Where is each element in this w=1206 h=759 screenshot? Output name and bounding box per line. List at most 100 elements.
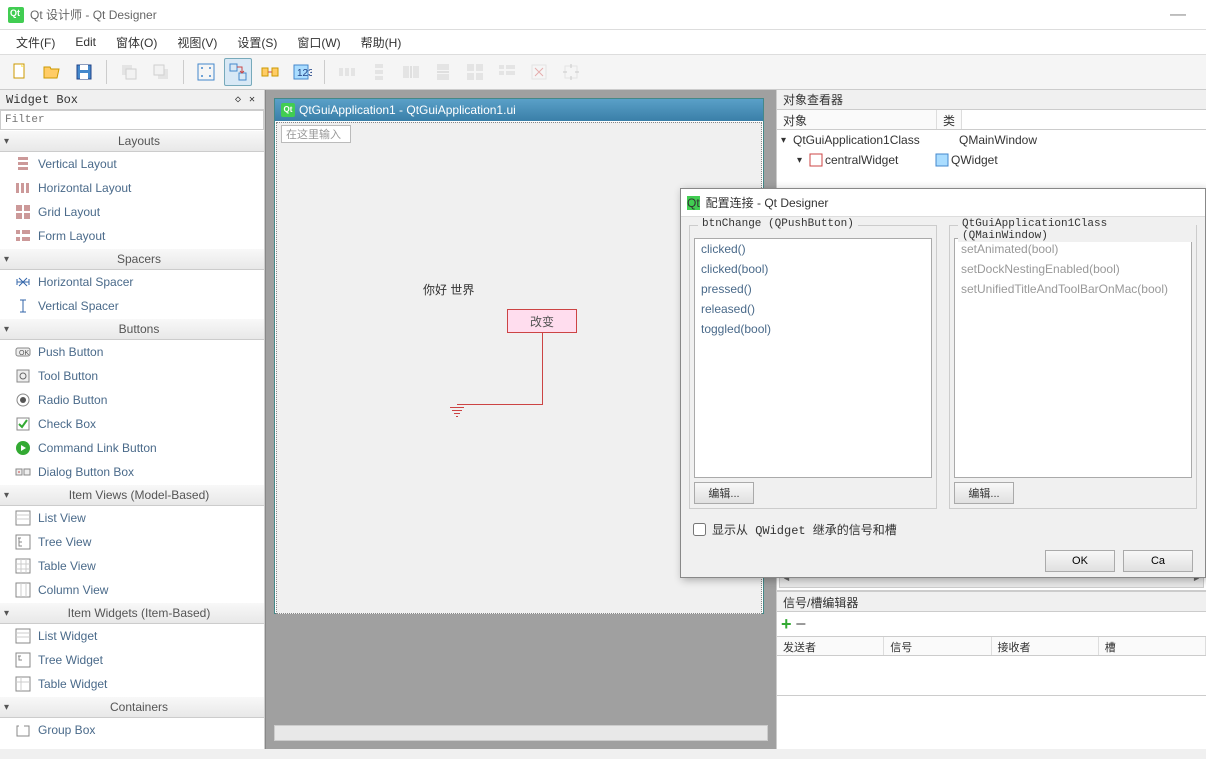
item-group-box[interactable]: Group Box	[0, 718, 264, 742]
edit-button[interactable]: 编辑...	[954, 482, 1014, 504]
widget-icon	[935, 153, 949, 167]
cat-itemviews[interactable]: ▾Item Views (Model-Based)	[0, 484, 264, 506]
gridlayout-icon	[14, 204, 32, 220]
item-vertical-spacer[interactable]: Vertical Spacer	[0, 294, 264, 318]
edit-buddies-button[interactable]	[256, 58, 284, 86]
sigeditor-columns: 发送者 信号 接收者 槽	[777, 636, 1206, 656]
close-icon[interactable]: ✕	[246, 94, 258, 106]
item-column-view[interactable]: Column View	[0, 578, 264, 602]
col-signal[interactable]: 信号	[884, 637, 991, 655]
col-sender[interactable]: 发送者	[777, 637, 884, 655]
item-check-box[interactable]: Check Box	[0, 412, 264, 436]
cat-buttons[interactable]: ▾Buttons	[0, 318, 264, 340]
edit-widgets-button[interactable]	[192, 58, 220, 86]
list-item[interactable]: released()	[695, 299, 931, 319]
item-list-view[interactable]: List View	[0, 506, 264, 530]
item-list-widget[interactable]: List Widget	[0, 624, 264, 648]
object-row[interactable]: ▾ QtGuiApplication1Class QMainWindow	[777, 130, 1206, 150]
float-icon[interactable]: ◇	[232, 94, 244, 106]
widget-list[interactable]: ▾Layouts Vertical Layout Horizontal Layo…	[0, 130, 264, 749]
item-radio-button[interactable]: Radio Button	[0, 388, 264, 412]
list-item[interactable]: setUnifiedTitleAndToolBarOnMac(bool)	[955, 279, 1191, 299]
change-button[interactable]: 改变	[507, 309, 577, 333]
signal-connector-line	[457, 404, 543, 405]
list-item[interactable]: toggled(bool)	[695, 319, 931, 339]
layout-h-button[interactable]	[333, 58, 361, 86]
col-receiver[interactable]: 接收者	[992, 637, 1099, 655]
widget-box-panel: Widget Box ◇✕ ▾Layouts Vertical Layout H…	[0, 90, 265, 749]
remove-icon[interactable]: −	[796, 614, 807, 635]
sigeditor-toolbar: + −	[777, 612, 1206, 636]
formlayout-icon	[14, 228, 32, 244]
save-file-button[interactable]	[70, 58, 98, 86]
menu-form[interactable]: 窗体(O)	[108, 32, 165, 53]
new-file-button[interactable]	[6, 58, 34, 86]
chevron-down-icon: ▾	[797, 155, 809, 166]
ground-icon	[450, 405, 464, 419]
layout-v-button[interactable]	[365, 58, 393, 86]
cancel-button[interactable]: Ca	[1123, 550, 1193, 572]
item-tree-widget[interactable]: Tree Widget	[0, 648, 264, 672]
menu-file[interactable]: 文件(F)	[8, 32, 63, 53]
list-item[interactable]: pressed()	[695, 279, 931, 299]
horizontal-scrollbar[interactable]	[274, 725, 768, 741]
menu-window[interactable]: 窗口(W)	[289, 32, 348, 53]
signals-list[interactable]: clicked() clicked(bool) pressed() releas…	[694, 238, 932, 478]
menu-view[interactable]: 视图(V)	[169, 32, 225, 53]
col-class[interactable]: 类	[937, 110, 962, 129]
open-file-button[interactable]	[38, 58, 66, 86]
cat-containers[interactable]: ▾Containers	[0, 696, 264, 718]
menu-settings[interactable]: 设置(S)	[229, 32, 285, 53]
item-table-view[interactable]: Table View	[0, 554, 264, 578]
edit-signals-button[interactable]	[224, 58, 252, 86]
item-horizontal-layout[interactable]: Horizontal Layout	[0, 176, 264, 200]
col-slot[interactable]: 槽	[1099, 637, 1206, 655]
col-object[interactable]: 对象	[777, 110, 937, 129]
bring-front-button[interactable]	[147, 58, 175, 86]
adjust-size-button[interactable]	[557, 58, 585, 86]
layout-vsplit-button[interactable]	[429, 58, 457, 86]
add-icon[interactable]: +	[781, 614, 792, 635]
layout-hsplit-button[interactable]	[397, 58, 425, 86]
minimize-icon[interactable]: —	[1158, 6, 1198, 24]
item-grid-layout[interactable]: Grid Layout	[0, 200, 264, 224]
ok-button[interactable]: OK	[1045, 550, 1115, 572]
title-doc: Qt Designer	[93, 8, 157, 22]
form-titlebar: Qt QtGuiApplication1 - QtGuiApplication1…	[275, 99, 763, 121]
item-command-link[interactable]: Command Link Button	[0, 436, 264, 460]
send-back-button[interactable]	[115, 58, 143, 86]
list-item[interactable]: clicked()	[695, 239, 931, 259]
menu-help[interactable]: 帮助(H)	[353, 32, 410, 53]
layout-form-button[interactable]	[493, 58, 521, 86]
sigeditor-body[interactable]	[777, 656, 1206, 696]
cat-layouts[interactable]: ▾Layouts	[0, 130, 264, 152]
slots-list[interactable]: setAnimated(bool) setDockNestingEnabled(…	[954, 238, 1192, 478]
qt-icon: Qt	[687, 196, 700, 210]
item-push-button[interactable]: OKPush Button	[0, 340, 264, 364]
tableview-icon	[14, 558, 32, 574]
item-horizontal-spacer[interactable]: Horizontal Spacer	[0, 270, 264, 294]
item-tree-view[interactable]: Tree View	[0, 530, 264, 554]
cat-itemwidgets[interactable]: ▾Item Widgets (Item-Based)	[0, 602, 264, 624]
item-tool-button[interactable]: Tool Button	[0, 364, 264, 388]
lineedit-field[interactable]: 在这里输入	[281, 125, 351, 143]
list-item[interactable]: clicked(bool)	[695, 259, 931, 279]
menu-edit[interactable]: Edit	[67, 33, 104, 51]
cat-spacers[interactable]: ▾Spacers	[0, 248, 264, 270]
item-dialog-button-box[interactable]: Dialog Button Box	[0, 460, 264, 484]
layout-grid-button[interactable]	[461, 58, 489, 86]
show-inherited-checkbox[interactable]	[693, 523, 706, 536]
item-vertical-layout[interactable]: Vertical Layout	[0, 152, 264, 176]
edit-button[interactable]: 编辑...	[694, 482, 754, 504]
filter-input[interactable]	[0, 110, 264, 130]
list-item[interactable]: setAnimated(bool)	[955, 239, 1191, 259]
item-form-layout[interactable]: Form Layout	[0, 224, 264, 248]
dialog-titlebar[interactable]: Qt 配置连接 - Qt Designer	[681, 189, 1205, 217]
item-table-widget[interactable]: Table Widget	[0, 672, 264, 696]
edit-taborder-button[interactable]: 123	[288, 58, 316, 86]
signals-group-title: btnChange (QPushButton)	[698, 218, 858, 230]
hello-label[interactable]: 你好 世界	[423, 281, 474, 298]
object-row[interactable]: ▾ centralWidget QWidget	[777, 150, 1206, 170]
break-layout-button[interactable]	[525, 58, 553, 86]
list-item[interactable]: setDockNestingEnabled(bool)	[955, 259, 1191, 279]
